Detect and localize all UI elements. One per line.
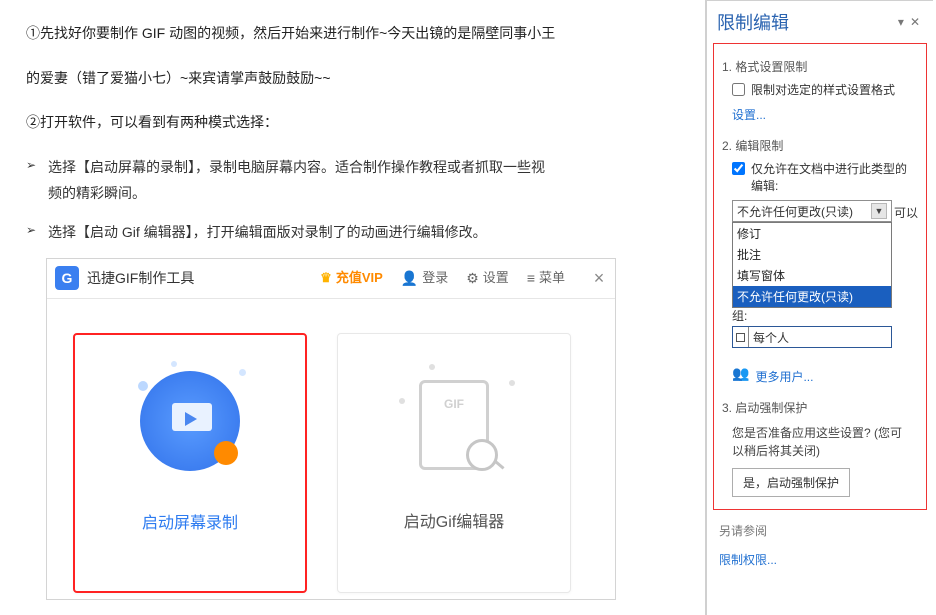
apply-question: 您是否准备应用这些设置? (您可以稍后将其关闭) (732, 424, 908, 460)
bullet-text: 选择【启动 Gif 编辑器】，打开编辑面版对录制了的动画进行编辑修改。 (48, 219, 679, 246)
bullet-text: 选择【启动屏幕的录制】，录制电脑屏幕内容。适合制作操作教程或者抓取一些视 频的精… (48, 154, 679, 207)
checkbox-input[interactable] (732, 162, 745, 175)
bullet-icon: ➢ (26, 154, 48, 207)
menu-button[interactable]: ≡ 菜单 (527, 265, 565, 292)
restrict-formatting-checkbox[interactable]: 限制对选定的样式设置格式 (732, 81, 918, 98)
allow-editing-checkbox[interactable]: 仅允许在文档中进行此类型的编辑: (732, 160, 918, 194)
card-screen-record[interactable]: 启动屏幕录制 (73, 333, 307, 593)
settings-button[interactable]: ⚙ 设置 (466, 265, 509, 292)
doc-paragraph: 的爱妻（错了爱猫小七）~来宾请掌声鼓励鼓励~~ (26, 65, 679, 92)
start-enforcing-button[interactable]: 是，启动强制保护 (732, 468, 850, 497)
checkbox-input[interactable] (732, 83, 745, 96)
dropdown-option[interactable]: 不允许任何更改(只读) (733, 286, 891, 307)
gear-icon: ⚙ (466, 265, 479, 292)
section-1-title: 1. 格式设置限制 (722, 58, 918, 75)
group-value: 每个人 (749, 329, 789, 346)
panel-pin-icon[interactable]: ▾ (895, 15, 907, 29)
group-everyone-checkbox[interactable]: 每个人 (732, 326, 892, 348)
app-logo-icon: G (55, 266, 79, 290)
document-body: ①先找好你要制作 GIF 动图的视频，然后开始来进行制作~今天出镜的是隔壁同事小… (0, 0, 706, 615)
doc-bullet: ➢ 选择【启动屏幕的录制】，录制电脑屏幕内容。适合制作操作教程或者抓取一些视 频… (26, 154, 679, 207)
bullet-icon: ➢ (26, 219, 48, 246)
see-also-heading: 另请参阅 (719, 522, 921, 539)
login-button[interactable]: 👤 登录 (401, 265, 448, 292)
chevron-down-icon: ▼ (871, 203, 887, 219)
crown-icon: ♛ (320, 266, 332, 291)
section-2-title: 2. 编辑限制 (722, 137, 918, 154)
doc-paragraph: ①先找好你要制作 GIF 动图的视频，然后开始来进行制作~今天出镜的是隔壁同事小… (26, 20, 679, 47)
group-label: 组: (732, 307, 918, 324)
editing-type-dropdown: 修订 批注 填写窗体 不允许任何更改(只读) (732, 222, 892, 308)
card-label: 启动屏幕录制 (142, 509, 238, 539)
section-3-title: 3. 启动强制保护 (722, 399, 918, 416)
doc-bullet: ➢ 选择【启动 Gif 编辑器】，打开编辑面版对录制了的动画进行编辑修改。 (26, 219, 679, 246)
select-value: 不允许任何更改(只读) (737, 203, 853, 220)
restrict-permission-link[interactable]: 限制权限... (719, 551, 777, 568)
screen-record-icon (135, 371, 245, 481)
restrict-editing-panel: 限制编辑 ▾ ✕ 1. 格式设置限制 限制对选定的样式设置格式 设置... 2.… (706, 0, 933, 615)
dropdown-option[interactable]: 修订 (733, 223, 891, 244)
checkbox-label: 仅允许在文档中进行此类型的编辑: (751, 160, 918, 194)
panel-close-icon[interactable]: ✕ (907, 15, 923, 29)
dropdown-option[interactable]: 填写窗体 (733, 265, 891, 286)
doc-paragraph: ②打开软件，可以看到有两种模式选择： (26, 109, 679, 136)
card-label: 启动Gif编辑器 (404, 508, 504, 538)
more-users-link[interactable]: 更多用户... (755, 368, 813, 385)
dropdown-option[interactable]: 批注 (733, 244, 891, 265)
app-title: 迅捷GIF制作工具 (87, 265, 194, 292)
checkbox-label: 限制对选定的样式设置格式 (751, 81, 895, 98)
card-gif-editor[interactable]: 启动Gif编辑器 (337, 333, 571, 593)
app-body: 启动屏幕录制 启动Gif编辑器 (47, 299, 615, 599)
panel-header: 限制编辑 ▾ ✕ (707, 1, 933, 43)
panel-title: 限制编辑 (717, 9, 895, 35)
users-icon: 👥 (732, 365, 749, 382)
user-icon: 👤 (401, 265, 418, 292)
gif-app-window: G 迅捷GIF制作工具 ♛ 充值VIP 👤 登录 ⚙ 设置 ≡ 菜单 × (46, 258, 616, 600)
panel-content: 1. 格式设置限制 限制对选定的样式设置格式 设置... 2. 编辑限制 仅允许… (713, 43, 927, 510)
app-titlebar: G 迅捷GIF制作工具 ♛ 充值VIP 👤 登录 ⚙ 设置 ≡ 菜单 × (47, 259, 615, 299)
see-also-section: 另请参阅 限制权限... (707, 516, 933, 574)
close-button[interactable]: × (583, 261, 615, 295)
checkbox-icon (736, 333, 745, 342)
menu-icon: ≡ (527, 265, 535, 292)
gif-editor-icon (399, 370, 509, 480)
side-note-extra: 可以 (894, 204, 918, 221)
editing-type-select[interactable]: 不允许任何更改(只读) ▼ (732, 200, 892, 222)
settings-link[interactable]: 设置... (732, 106, 766, 123)
vip-button[interactable]: ♛ 充值VIP (320, 266, 383, 291)
